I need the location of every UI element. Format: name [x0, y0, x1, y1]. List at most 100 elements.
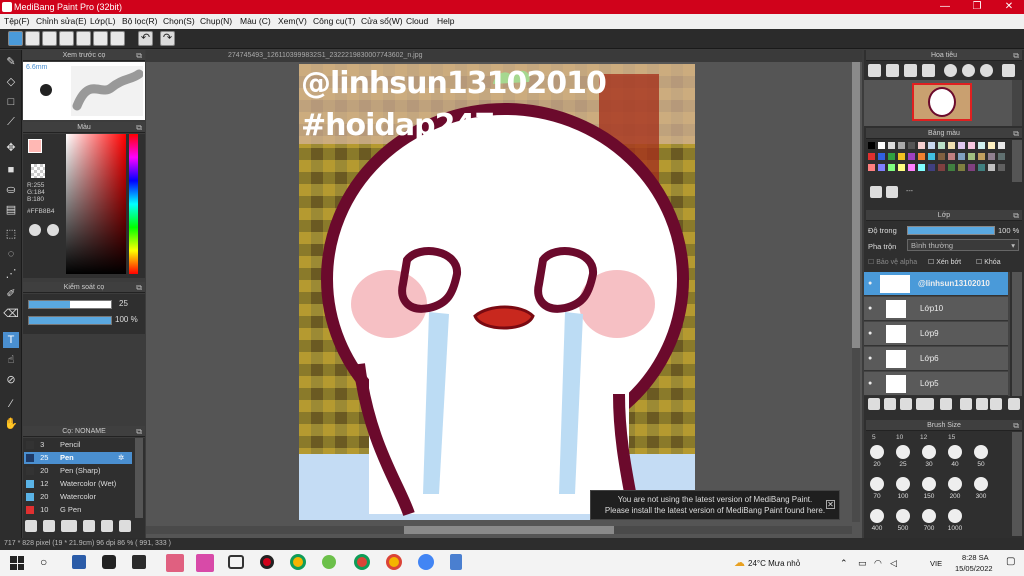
palette-swatch[interactable] — [948, 153, 955, 160]
brush-item-watercolor[interactable]: 20 Watercolor — [24, 491, 132, 503]
line-tool-icon[interactable]: ⟋ — [3, 114, 19, 130]
page-icon[interactable] — [93, 31, 108, 46]
brush-size-scrollbar[interactable] — [1012, 432, 1022, 536]
palette-swatch[interactable] — [868, 164, 875, 171]
hue-slider[interactable] — [129, 134, 138, 274]
eye-icon[interactable]: ● — [868, 380, 872, 387]
dock-icon[interactable]: ⧉ — [136, 282, 142, 293]
gradient-tool-icon[interactable]: ▤ — [3, 202, 19, 218]
network-icon[interactable]: ▭ — [858, 558, 867, 569]
add-brush-icon[interactable] — [25, 520, 37, 532]
palette-swatch[interactable] — [898, 164, 905, 171]
eyedropper-tool-icon[interactable]: ⊘ — [3, 372, 19, 388]
brush-size-option[interactable]: 5 — [872, 434, 876, 441]
brush-tool-icon[interactable]: ✎ — [3, 54, 19, 70]
menu-capture[interactable]: Chụp(N) — [200, 14, 232, 29]
operation-tool-icon[interactable]: ☝ — [3, 352, 19, 368]
clipping-checkbox[interactable]: ☐ Xén bớt — [928, 258, 961, 266]
palette-swatch[interactable] — [928, 153, 935, 160]
navigator-scrollbar[interactable] — [1012, 80, 1022, 126]
maximize-button[interactable]: ❐ — [962, 0, 992, 14]
palette-swatch[interactable] — [968, 142, 975, 149]
zoom-fit-icon[interactable] — [886, 64, 899, 77]
brush-size-option[interactable]: 100 — [891, 477, 915, 507]
app-taskbar-icon[interactable] — [72, 555, 86, 569]
rectangle-tool-icon[interactable]: □ — [3, 94, 19, 110]
layer-scrollbar[interactable] — [1012, 272, 1022, 396]
new-layer-icon[interactable] — [868, 398, 880, 410]
menu-file[interactable]: Tệp(F) — [4, 14, 30, 29]
brush-size-slider[interactable] — [28, 300, 112, 309]
menu-select[interactable]: Chọn(S) — [163, 14, 195, 29]
eye-icon[interactable]: ● — [868, 330, 872, 337]
brush-menu-icon[interactable] — [61, 520, 77, 532]
text-tool-icon[interactable]: T — [3, 332, 19, 348]
menu-tools[interactable]: Công cụ(T) — [313, 14, 356, 29]
vertical-scrollbar[interactable] — [852, 62, 860, 522]
palette-swatch[interactable] — [908, 142, 915, 149]
palette-swatch[interactable] — [898, 153, 905, 160]
minimize-button[interactable]: — — [930, 0, 960, 14]
hand-tool-icon[interactable]: ✋ — [3, 416, 19, 432]
trash-icon[interactable] — [1008, 398, 1020, 410]
dock-icon[interactable]: ⧉ — [1013, 420, 1019, 431]
brush-size-option[interactable]: 40 — [943, 445, 967, 475]
add-color-icon[interactable] — [870, 186, 882, 198]
palette-swatch[interactable] — [968, 164, 975, 171]
brush-size-option[interactable]: 25 — [891, 445, 915, 475]
palette-swatch[interactable] — [918, 153, 925, 160]
app-taskbar-icon[interactable] — [166, 554, 184, 572]
palette-swatch[interactable] — [998, 153, 1005, 160]
palette-swatch[interactable] — [928, 164, 935, 171]
eye-icon[interactable]: ● — [868, 280, 872, 287]
document-icon[interactable] — [76, 31, 91, 46]
brush-item-g-pen[interactable]: 10 G Pen — [24, 504, 132, 516]
palette-swatch[interactable] — [978, 142, 985, 149]
brush-item-pencil[interactable]: 3 Pencil — [24, 439, 132, 451]
eraser-tool-icon[interactable]: ◇ — [3, 74, 19, 90]
chrome-icon[interactable] — [418, 554, 434, 570]
brush-size-option[interactable]: 70 — [865, 477, 889, 507]
palette-swatch[interactable] — [938, 153, 945, 160]
redo-icon[interactable]: ↷ — [160, 31, 175, 46]
comment-icon[interactable] — [42, 31, 57, 46]
chat-icon[interactable] — [59, 31, 74, 46]
palette-swatch[interactable] — [878, 153, 885, 160]
flip-icon[interactable] — [1002, 64, 1015, 77]
palette-swatch[interactable] — [878, 142, 885, 149]
menu-edit[interactable]: Chỉnh sửa(E) — [36, 14, 87, 29]
brush-size-option[interactable]: 20 — [865, 445, 889, 475]
layer-row[interactable]: ● Lớp5 — [864, 372, 1008, 396]
palette-swatch[interactable] — [978, 153, 985, 160]
magic-wand-icon[interactable]: ⋰ — [3, 266, 19, 282]
brush-size-option[interactable]: 30 — [917, 445, 941, 475]
palette-swatch[interactable] — [918, 142, 925, 149]
color-palette[interactable] — [864, 140, 1010, 182]
brush-page-icon[interactable] — [83, 520, 95, 532]
lock-checkbox[interactable]: ☐ Khóa — [976, 258, 1001, 266]
dock-icon[interactable]: ⧉ — [136, 426, 142, 437]
weather-icon[interactable]: ☁ — [734, 556, 745, 569]
file-tab[interactable]: 274745493_1261103999832S1_23222198300077… — [146, 50, 862, 62]
layer-menu-icon[interactable] — [916, 398, 934, 410]
palette-swatch[interactable] — [968, 153, 975, 160]
brush-item-pen-sharp[interactable]: 20 Pen (Sharp) — [24, 465, 132, 477]
layer-row[interactable]: ● @linhsun13102010 — [864, 272, 1008, 296]
zoom-actual-icon[interactable] — [904, 64, 917, 77]
navigator-thumbnail[interactable] — [864, 80, 1012, 126]
brush-opacity-slider[interactable] — [28, 316, 112, 325]
app-taskbar-icon[interactable] — [196, 554, 214, 572]
volume-icon[interactable]: ◁ — [890, 558, 897, 569]
rotate-right-icon[interactable] — [980, 64, 993, 77]
upload-icon[interactable] — [25, 31, 40, 46]
brush-size-option[interactable]: 200 — [943, 477, 967, 507]
artwork-canvas[interactable]: @linhsun13102010 #hoidap247 — [299, 64, 695, 520]
chrome-icon[interactable] — [290, 554, 306, 570]
palette-swatch[interactable] — [958, 142, 965, 149]
folder-icon[interactable] — [940, 398, 952, 410]
palette-swatch[interactable] — [988, 153, 995, 160]
palette-swatch[interactable] — [988, 142, 995, 149]
palette-swatch[interactable] — [998, 164, 1005, 171]
palette-swatch[interactable] — [988, 164, 995, 171]
close-icon[interactable]: ✕ — [826, 500, 835, 509]
